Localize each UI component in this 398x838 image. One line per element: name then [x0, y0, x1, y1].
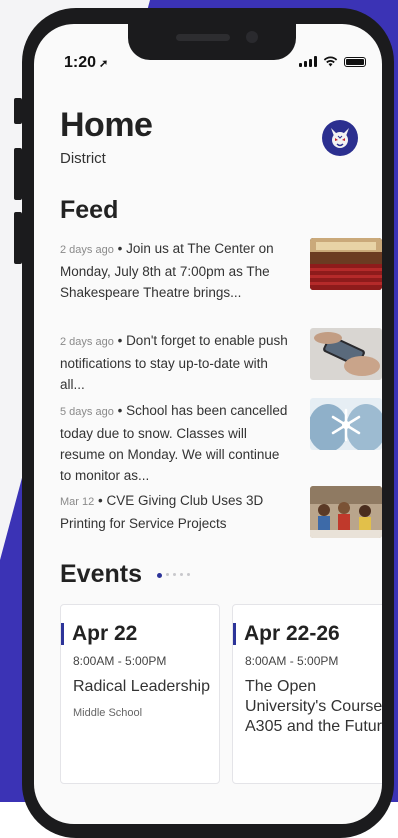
page-dot — [179, 572, 183, 576]
volume-up-button — [14, 148, 22, 200]
feed-item-age: 2 days ago — [60, 336, 114, 348]
phone-in-hand-image — [310, 328, 382, 380]
mute-switch — [14, 98, 22, 124]
wifi-icon — [323, 56, 338, 67]
feed-item[interactable]: Mar 12 • CVE Giving Club Uses 3D Printin… — [60, 486, 382, 538]
feed-item-age: 5 days ago — [60, 406, 114, 418]
notch — [128, 24, 296, 60]
snowflake-mittens-image — [310, 398, 382, 450]
page-dot — [186, 572, 190, 576]
page-title: Home — [60, 106, 153, 144]
events-page-indicator[interactable] — [156, 572, 190, 578]
location-arrow-icon: ➚ — [99, 58, 109, 70]
event-date: Apr 22 — [61, 623, 219, 645]
feed-item-age: Mar 12 — [60, 496, 95, 508]
status-indicators — [299, 56, 366, 67]
event-title: The Open University's Course A305 and th… — [245, 677, 382, 737]
feed-item-age: 2 days ago — [60, 244, 114, 256]
page-subtitle: District — [60, 150, 106, 167]
feed-item-text: 2 days ago • Don't forget to enable push… — [60, 333, 288, 392]
app-screen: 1:20 ➚ Home District Feed 2 days ago • Jo… — [34, 24, 382, 824]
page-dot-active — [156, 572, 162, 578]
classroom-students-image — [310, 486, 382, 538]
speaker — [176, 34, 230, 41]
feed-heading: Feed — [60, 196, 119, 224]
event-time: 8:00AM - 5:00PM — [245, 654, 339, 668]
events-heading: Events — [60, 560, 190, 589]
page-dot — [165, 572, 169, 576]
event-card[interactable]: Apr 22 8:00AM - 5:00PM Radical Leadershi… — [60, 604, 220, 784]
feed-item[interactable]: 2 days ago • Join us at The Center on Mo… — [60, 238, 382, 303]
feed-item[interactable]: 2 days ago • Don't forget to enable push… — [60, 328, 382, 395]
status-time: 1:20 ➚ — [64, 54, 108, 72]
bobcat-logo-icon[interactable] — [322, 120, 358, 156]
event-title-line: A305 and the Future — [245, 718, 382, 735]
page-dot — [172, 572, 176, 576]
bobcat-face-icon — [331, 128, 349, 148]
event-time: 8:00AM - 5:00PM — [73, 654, 167, 668]
feed-item-text: 5 days ago • School has been cancelled t… — [60, 403, 288, 483]
status-time-text: 1:20 — [64, 54, 97, 71]
feed-item[interactable]: 5 days ago • School has been cancelled t… — [60, 398, 382, 486]
camera — [246, 31, 258, 43]
volume-down-button — [14, 212, 22, 264]
event-title-line: University's Course — [245, 698, 382, 715]
battery-icon — [344, 56, 366, 67]
event-location: Middle School — [73, 707, 143, 719]
event-title-line: The Open — [245, 678, 317, 695]
theater-seats-image — [310, 238, 382, 290]
event-title: Radical Leadership — [73, 678, 210, 695]
feed-item-text: 2 days ago • Join us at The Center on Mo… — [60, 241, 274, 300]
event-card[interactable]: Apr 22-26 8:00AM - 5:00PM The Open Unive… — [232, 604, 382, 784]
events-heading-text: Events — [60, 560, 142, 588]
signal-icon — [299, 56, 317, 67]
feed-item-text: Mar 12 • CVE Giving Club Uses 3D Printin… — [60, 493, 264, 531]
event-date: Apr 22-26 — [233, 623, 382, 645]
